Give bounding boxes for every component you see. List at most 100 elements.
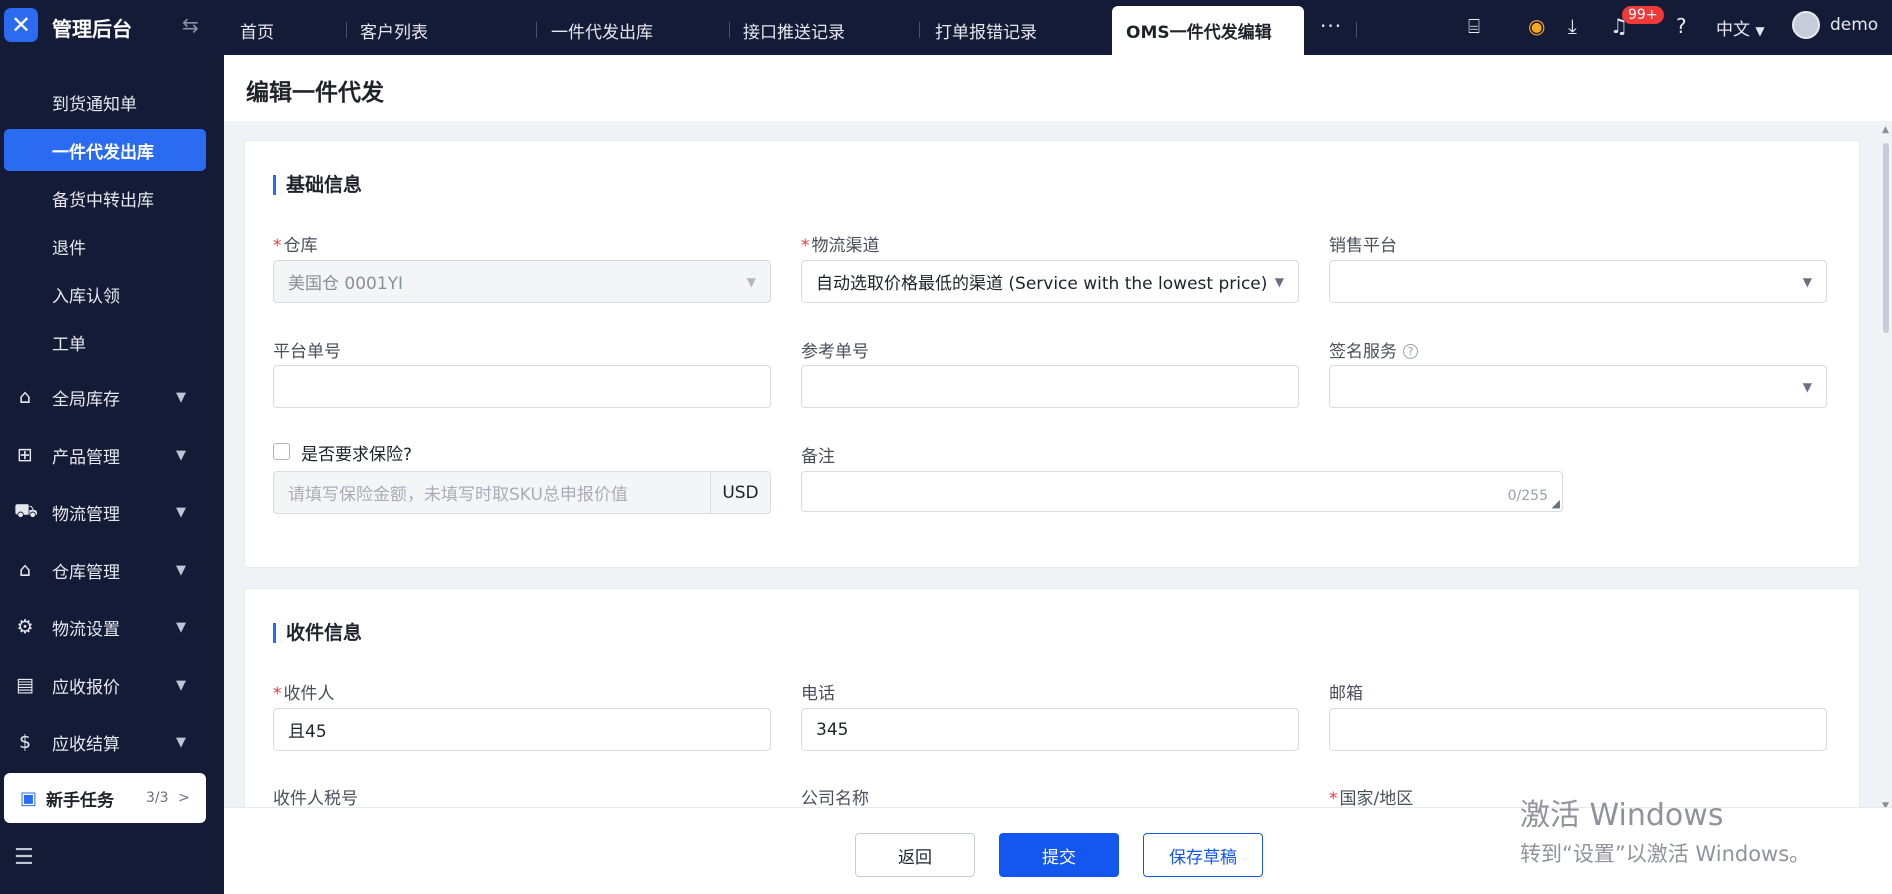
sidebar-item-inbound-claim[interactable]: 入库认领 (4, 273, 206, 315)
sidebar-group-product-management[interactable]: ⊞ 产品管理 ▼ (0, 433, 224, 477)
warehouse-icon: ⌂ (18, 386, 32, 408)
required-mark: * (801, 236, 810, 256)
signature-service-label: 签名服务? (1329, 337, 1418, 362)
sidebar-item-label: 退件 (52, 238, 86, 259)
tab-print-error-records[interactable]: 打单报错记录 (921, 6, 1111, 55)
section-title-basic: 基础信息 (273, 175, 362, 195)
tab-divider (1356, 22, 1357, 38)
submit-button[interactable]: 提交 (999, 833, 1119, 877)
receiver-name-label-text: 收件人 (283, 684, 335, 704)
remark-textarea[interactable]: 0/255 ◢ (801, 471, 1563, 512)
channel-label: * 物流渠道 (801, 231, 880, 256)
sidebar-group-label: 物流设置 (52, 619, 120, 640)
platform-no-input[interactable] (273, 365, 771, 408)
vertical-scrollbar[interactable]: ▲ ▼ (1880, 125, 1892, 815)
insurance-amount-input[interactable]: 请填写保险金额，未填写时取SKU总申报价值 (273, 471, 711, 514)
watermark-line-1: 激活 Windows (1520, 798, 1724, 833)
tab-api-push-records[interactable]: 接口推送记录 (729, 6, 919, 55)
scroll-up-icon[interactable]: ▲ (1882, 125, 1889, 135)
tax-no-label: 收件人税号 (273, 789, 358, 809)
resize-grip-icon[interactable]: ◢ (1552, 497, 1560, 510)
swap-arrows-icon[interactable]: ⇆ (182, 13, 199, 37)
sidebar-group-label: 全局库存 (52, 389, 120, 410)
download-icon[interactable]: ⤓ (1568, 14, 1577, 38)
chevron-down-icon: ▼ (176, 389, 186, 405)
phone-input[interactable]: 345 (801, 708, 1299, 751)
chevron-down-icon: ▼ (1274, 274, 1284, 289)
notification-badge: 99+ (1622, 6, 1664, 24)
sidebar-group-logistics-management[interactable]: ⛟ 物流管理 ▼ (0, 490, 224, 534)
tab-label: OMS一件代发编辑 (1126, 23, 1272, 43)
sidebar-item-dropship-outbound[interactable]: 一件代发出库 (4, 129, 206, 171)
warehouse-value: 美国仓 0001YI (288, 274, 404, 294)
required-mark: * (273, 684, 282, 704)
sidebar-group-global-inventory[interactable]: ⌂ 全局库存 ▼ (0, 375, 224, 419)
receiver-name-input[interactable]: 且45 (273, 708, 771, 751)
sales-platform-select[interactable]: ▼ (1329, 260, 1827, 303)
tab-label: 客户列表 (360, 23, 428, 43)
logistics-channel-select[interactable]: 自动选取价格最低的渠道 (Service with the lowest pri… (801, 260, 1299, 303)
sidebar-group-logistics-settings[interactable]: ⚙ 物流设置 ▼ (0, 605, 224, 649)
signature-service-select[interactable]: ▼ (1329, 365, 1827, 408)
app-logo-icon[interactable]: ✕ (4, 8, 38, 42)
country-label-text: 国家/地区 (1339, 789, 1414, 809)
language-label: 中文 (1716, 20, 1750, 40)
sidebar-group-warehouse-management[interactable]: ⌂ 仓库管理 ▼ (0, 548, 224, 592)
tab-oms-dropship-edit[interactable]: OMS一件代发编辑 (1112, 6, 1304, 55)
language-selector[interactable]: 中文 ▼ (1716, 15, 1765, 40)
sidebar-item-work-orders[interactable]: 工单 (4, 321, 206, 363)
sidebar-item-stock-transfer-outbound[interactable]: 备货中转出库 (4, 177, 206, 219)
newbie-tasks-button[interactable]: ▣ 新手任务 3/3 > (4, 773, 206, 823)
tab-home[interactable]: 首页 (226, 6, 346, 55)
tab-customer-list[interactable]: 客户列表 (346, 6, 536, 55)
receiver-info-card: 收件信息 * 收件人 且45 电话 345 邮箱 收件人税号 公司名称 * 国家/地… (244, 588, 1860, 818)
avatar[interactable] (1792, 11, 1820, 39)
chevron-down-icon: ▼ (746, 274, 756, 289)
channel-value: 自动选取价格最低的渠道 (Service with the lowest pri… (816, 274, 1268, 294)
app-title: 管理后台 (52, 17, 132, 41)
chevron-down-icon: ▼ (176, 677, 186, 693)
phone-value: 345 (816, 719, 849, 740)
sidebar-group-receivable-settlement[interactable]: $ 应收结算 ▼ (0, 720, 224, 764)
currency-addon: USD (711, 471, 771, 514)
signature-label-text: 签名服务 (1329, 342, 1397, 362)
sidebar-item-label: 到货通知单 (52, 94, 137, 115)
receiver-name-label: * 收件人 (273, 679, 335, 704)
inbox-icon[interactable]: ⌸ (1468, 14, 1480, 38)
question-circle-icon[interactable]: ? (1403, 344, 1418, 359)
sidebar-item-returns[interactable]: 退件 (4, 225, 206, 267)
scroll-thumb[interactable] (1883, 143, 1889, 333)
sidebar-item-arrival-notice[interactable]: 到货通知单 (4, 81, 206, 123)
remark-label: 备注 (801, 447, 835, 467)
robot-icon[interactable]: ◉ (1528, 14, 1545, 38)
insurance-checkbox[interactable] (273, 443, 290, 460)
back-button[interactable]: 返回 (855, 833, 975, 877)
sidebar-group-label: 应收结算 (52, 734, 120, 755)
main-content: 编辑一件代发 基础信息 * 仓库 美国仓 0001YI ▼ * 物流渠道 自动选取价… (224, 55, 1892, 894)
tab-dropship-outbound[interactable]: 一件代发出库 (537, 6, 729, 55)
collapse-menu-icon[interactable]: ☰ (14, 845, 34, 870)
user-name[interactable]: demo (1830, 15, 1878, 35)
section-title-receiver: 收件信息 (273, 623, 362, 643)
help-icon[interactable]: ? (1676, 14, 1687, 38)
sidebar-group-label: 产品管理 (52, 447, 120, 468)
document-icon: ▤ (16, 674, 34, 696)
box-gear-icon: ⚙ (16, 616, 34, 638)
sidebar-item-label: 入库认领 (52, 286, 120, 307)
sidebar-item-label: 工单 (52, 334, 86, 355)
email-input[interactable] (1329, 708, 1827, 751)
save-draft-button[interactable]: 保存草稿 (1143, 833, 1263, 877)
reference-no-label: 参考单号 (801, 342, 869, 362)
warehouse-label-text: 仓库 (283, 236, 318, 256)
platform-no-label: 平台单号 (273, 342, 341, 362)
reference-no-input[interactable] (801, 365, 1299, 408)
tab-label: 接口推送记录 (743, 23, 845, 43)
more-tabs-icon[interactable]: ··· (1320, 14, 1342, 38)
channel-label-text: 物流渠道 (811, 236, 880, 256)
email-label: 邮箱 (1329, 684, 1363, 704)
sidebar-group-receivable-quotes[interactable]: ▤ 应收报价 ▼ (0, 663, 224, 707)
watermark-line-2: 转到“设置”以激活 Windows。 (1520, 842, 1811, 866)
clipboard-icon: ▣ (20, 787, 38, 809)
house-icon: ⌂ (18, 559, 32, 581)
page-title: 编辑一件代发 (246, 80, 384, 106)
